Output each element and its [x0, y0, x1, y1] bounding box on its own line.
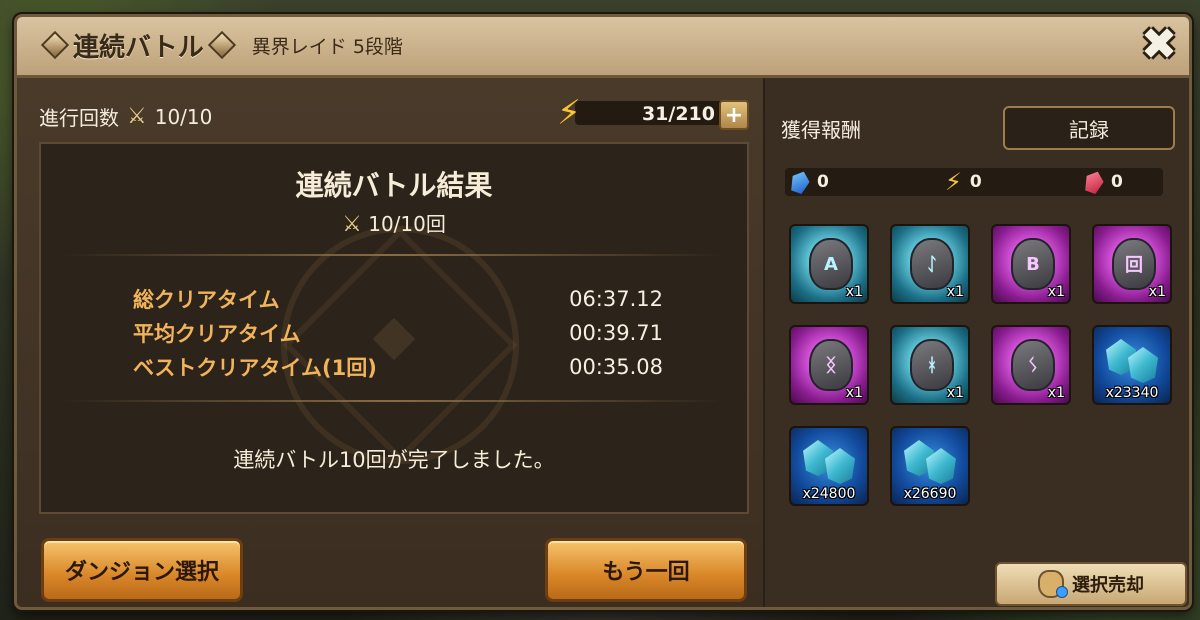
result-count: ⚔ 10/10回	[41, 208, 747, 237]
divider	[61, 400, 725, 402]
reward-item-rune[interactable]: ᚼ x1	[890, 325, 970, 405]
crossed-swords-icon: ⚔	[342, 212, 362, 237]
rune-icon: ᛇ	[910, 238, 954, 290]
sell-selected-button[interactable]: 選択売却	[995, 562, 1187, 606]
reward-item-rune[interactable]: 回 x1	[1092, 224, 1172, 304]
currency-value: 0	[1111, 172, 1123, 192]
reward-item-crystal[interactable]: x23340	[1092, 325, 1172, 405]
crossed-swords-icon: ⚔	[127, 104, 147, 129]
item-quantity: x1	[1047, 284, 1065, 300]
rune-icon: ᚼ	[910, 339, 954, 391]
stat-label: 総クリアタイム	[133, 288, 280, 312]
currency-energy: ⚡ 0	[945, 168, 982, 196]
rune-icon: ᛊ	[1011, 339, 1055, 391]
diamond-ornament-icon	[207, 30, 236, 60]
currency-ruby: 0	[1085, 168, 1123, 196]
reward-item-crystal[interactable]: x24800	[789, 426, 869, 506]
result-count-value: 10/10回	[368, 212, 446, 236]
item-quantity: x1	[1148, 284, 1166, 300]
progress-value: 10/10	[154, 104, 213, 129]
rewards-label: 獲得報酬	[781, 118, 861, 142]
battle-result-box: 連続バトル結果 ⚔ 10/10回 総クリアタイム 06:37.12 平均クリアタ…	[39, 142, 749, 514]
result-panel: 進行回数 ⚔ 10/10 ⚡ 31/210 + 連続バトル結果 ⚔ 10/10回…	[17, 78, 765, 607]
stat-row-total: 総クリアタイム 06:37.12	[133, 282, 663, 316]
energy-icon: ⚡	[557, 93, 581, 133]
currency-crystal: 0	[791, 168, 829, 196]
rune-icon: A	[809, 238, 853, 290]
money-bag-icon	[1038, 570, 1068, 598]
divider	[61, 254, 725, 256]
energy-value: 31/210	[641, 103, 715, 125]
currency-value: 0	[817, 172, 829, 192]
item-quantity: x26690	[903, 486, 957, 502]
item-quantity: x1	[1047, 385, 1065, 401]
ruby-icon	[1082, 169, 1106, 196]
reward-item-rune[interactable]: B x1	[991, 224, 1071, 304]
stat-value: 06:37.12	[569, 287, 663, 311]
rune-icon: 回	[1112, 238, 1156, 290]
add-energy-button[interactable]: +	[719, 100, 749, 130]
continuous-battle-dialog: 連続バトル 異界レイド 5段階 ✖ 進行回数 ⚔ 10/10 ⚡ 31/210 …	[14, 14, 1192, 610]
stat-value: 00:39.71	[569, 321, 663, 345]
completion-message: 連続バトル10回が完了しました。	[233, 448, 555, 472]
energy-icon: ⚡	[945, 168, 962, 196]
rewards-panel: 獲得報酬 記録 0 ⚡ 0 0 A x1 ᛇ x1 B x1 回 x1 ᛝ x1…	[765, 78, 1189, 607]
item-quantity: x1	[845, 284, 863, 300]
retry-button[interactable]: もう一回	[545, 538, 747, 602]
clear-time-stats: 総クリアタイム 06:37.12 平均クリアタイム 00:39.71 ベストクリ…	[133, 282, 663, 384]
record-button[interactable]: 記録	[1003, 106, 1175, 150]
reward-item-crystal[interactable]: x26690	[890, 426, 970, 506]
reward-item-rune[interactable]: ᛊ x1	[991, 325, 1071, 405]
item-quantity: x23340	[1105, 385, 1159, 401]
item-quantity: x1	[946, 385, 964, 401]
progress-label: 進行回数	[39, 106, 119, 130]
title-group: 連続バトル 異界レイド 5段階	[40, 25, 403, 65]
item-quantity: x1	[946, 284, 964, 300]
stat-value: 00:35.08	[569, 355, 663, 379]
close-icon: ✖	[1140, 19, 1178, 70]
sell-selected-label: 選択売却	[1072, 575, 1144, 596]
dungeon-name: 異界レイド 5段階	[251, 35, 403, 58]
close-button[interactable]: ✖	[1137, 23, 1181, 67]
stat-row-average: 平均クリアタイム 00:39.71	[133, 316, 663, 350]
item-quantity: x1	[845, 385, 863, 401]
currency-value: 0	[969, 172, 982, 192]
title-bar: 連続バトル 異界レイド 5段階 ✖	[17, 17, 1189, 78]
energy-meter: ⚡ 31/210 +	[557, 93, 749, 133]
reward-item-rune[interactable]: ᛝ x1	[789, 325, 869, 405]
currency-summary: 0 ⚡ 0 0	[785, 168, 1163, 196]
result-title: 連続バトル結果	[295, 169, 493, 202]
crystal-icon	[788, 169, 812, 196]
reward-item-rune[interactable]: A x1	[789, 224, 869, 304]
stat-label: 平均クリアタイム	[133, 322, 301, 346]
rune-icon: B	[1011, 238, 1055, 290]
rune-icon: ᛝ	[809, 339, 853, 391]
reward-item-rune[interactable]: ᛇ x1	[890, 224, 970, 304]
progress-counter: 進行回数 ⚔ 10/10	[39, 102, 212, 131]
diamond-ornament-icon	[40, 30, 70, 60]
dungeon-select-button[interactable]: ダンジョン選択	[41, 538, 243, 602]
stat-label: ベストクリアタイム(1回)	[133, 356, 377, 380]
dialog-title: 連続バトル	[73, 32, 204, 63]
stat-row-best: ベストクリアタイム(1回) 00:35.08	[133, 350, 663, 384]
item-quantity: x24800	[802, 486, 856, 502]
